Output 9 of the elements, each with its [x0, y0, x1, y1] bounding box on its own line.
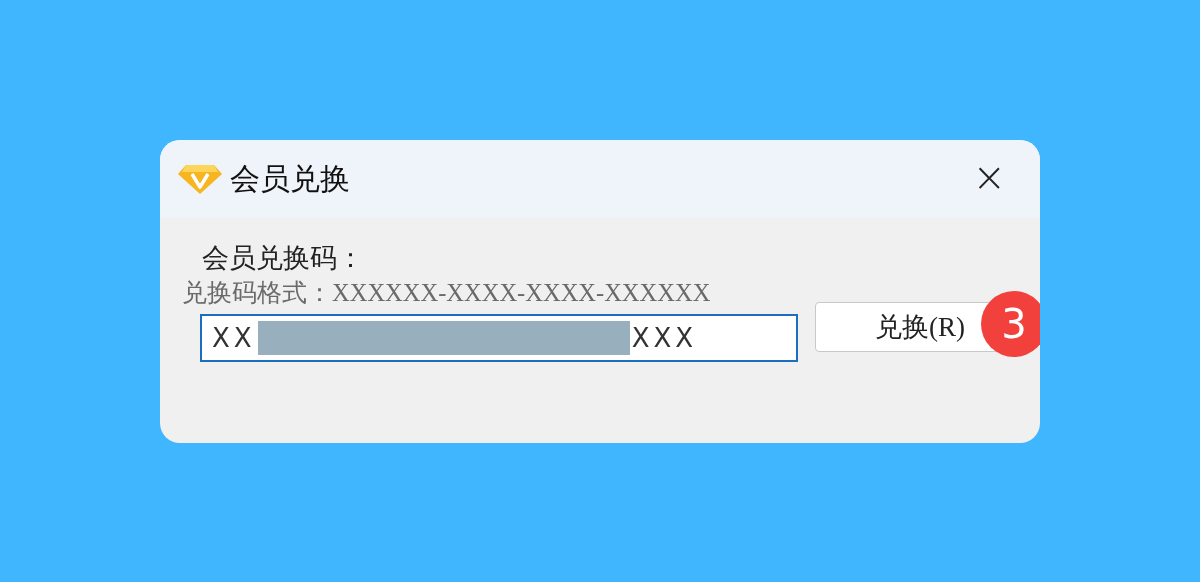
- field-label: 会员兑换码：: [202, 242, 365, 275]
- step-badge: 3: [981, 291, 1040, 357]
- window-title: 会员兑换: [230, 159, 351, 198]
- code-prefix: XX: [212, 323, 256, 353]
- format-hint: 兑换码格式：XXXXXX-XXXX-XXXX-XXXXXX: [182, 278, 712, 308]
- code-suffix: XXX: [631, 323, 698, 353]
- diamond-icon: [178, 163, 222, 195]
- close-button[interactable]: ×: [956, 157, 1022, 201]
- code-input-field[interactable]: XX XXX: [200, 314, 798, 362]
